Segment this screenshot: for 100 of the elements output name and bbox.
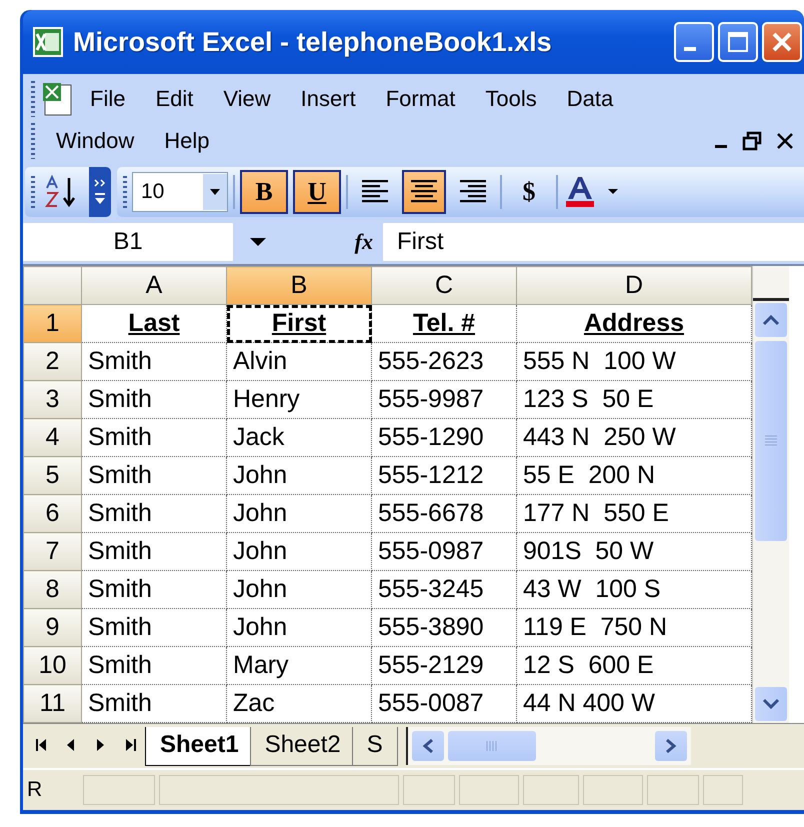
table-cell: Smith	[82, 456, 226, 494]
bold-button[interactable]: B	[240, 170, 288, 214]
table-cell: 555-2129	[372, 646, 516, 684]
menu-item[interactable]: Data	[552, 86, 628, 112]
table-cell: 555-2623	[372, 342, 516, 380]
row-header[interactable]: 9	[24, 608, 82, 646]
table-cell: Smith	[82, 418, 226, 456]
table-cell: Smith	[82, 342, 226, 380]
maximize-button[interactable]	[718, 22, 758, 62]
table-cell: Smith	[82, 608, 226, 646]
caret-up-icon	[762, 314, 780, 326]
menu-item[interactable]: Format	[370, 86, 470, 112]
row-header[interactable]: 3	[24, 380, 82, 418]
dropdown-icon	[209, 188, 221, 196]
menu-item[interactable]: View	[208, 86, 286, 112]
table-cell: First	[226, 304, 372, 342]
status-pane	[583, 775, 643, 805]
dropdown-icon[interactable]	[249, 237, 267, 247]
column-header[interactable]: B	[226, 266, 372, 304]
row-header[interactable]: 2	[24, 342, 82, 380]
table-cell: Tel. #	[372, 304, 516, 342]
vertical-scrollbar[interactable]	[752, 266, 789, 723]
name-box[interactable]: B1	[23, 223, 233, 261]
table-cell: Jack	[226, 418, 372, 456]
table-cell: Smith	[82, 532, 226, 570]
previous-arrow-icon	[65, 736, 77, 752]
scroll-thumb[interactable]	[755, 341, 787, 541]
last-arrow-icon	[125, 736, 137, 752]
row-header[interactable]: 1	[24, 304, 82, 342]
table-cell: 555-6678	[372, 494, 516, 532]
horizontal-scrollbar[interactable]	[406, 727, 691, 765]
menu-item[interactable]: Tools	[470, 86, 552, 112]
column-header[interactable]: D	[516, 266, 752, 304]
row-header[interactable]: 7	[24, 532, 82, 570]
row-header[interactable]: 10	[24, 646, 82, 684]
scroll-up-button[interactable]	[755, 303, 787, 337]
table-cell: Henry	[226, 380, 372, 418]
menu-item[interactable]: Help	[149, 128, 224, 154]
close-icon[interactable]	[776, 132, 794, 150]
toolbar-grip[interactable]	[31, 81, 35, 117]
row-header[interactable]: 6	[24, 494, 82, 532]
row-header[interactable]: 4	[24, 418, 82, 456]
toolbar-grip[interactable]	[123, 176, 127, 208]
grip-icon	[764, 434, 778, 448]
maximize-icon	[726, 30, 750, 54]
formula-field[interactable]: First	[383, 223, 804, 261]
column-header[interactable]: C	[372, 266, 516, 304]
table-cell: John	[226, 570, 372, 608]
window-title: Microsoft Excel - telephoneBook1.xls	[73, 26, 553, 58]
scroll-down-button[interactable]	[755, 687, 787, 721]
status-pane	[403, 775, 455, 805]
table-cell: 555-9987	[372, 380, 516, 418]
font-size-field[interactable]: 10	[132, 172, 228, 212]
table-cell: John	[226, 608, 372, 646]
first-arrow-icon	[35, 736, 47, 752]
scroll-right-button[interactable]	[654, 731, 687, 761]
excel-icon	[33, 27, 63, 57]
status-pane	[703, 775, 743, 805]
align-center-button[interactable]	[402, 170, 446, 214]
menu-item[interactable]: Edit	[140, 86, 208, 112]
table-cell: Smith	[82, 380, 226, 418]
status-text: R	[27, 778, 44, 802]
row-header[interactable]: 5	[24, 456, 82, 494]
table-cell: Smith	[82, 570, 226, 608]
minimize-button[interactable]	[674, 22, 714, 62]
row-header[interactable]: 8	[24, 570, 82, 608]
menu-item[interactable]: Window	[41, 128, 150, 154]
table-cell: John	[226, 456, 372, 494]
status-pane	[647, 775, 699, 805]
restore-icon[interactable]	[742, 131, 762, 151]
toolbar-grip[interactable]	[31, 123, 35, 159]
table-cell: Smith	[82, 494, 226, 532]
close-icon	[770, 30, 794, 54]
table-cell: Mary	[226, 646, 372, 684]
scroll-left-button[interactable]	[412, 731, 444, 761]
table-cell: 555-3245	[372, 570, 516, 608]
toolbar-grip[interactable]	[31, 176, 35, 208]
column-header[interactable]: A	[82, 266, 226, 304]
table-cell: 555-1212	[372, 456, 516, 494]
close-button[interactable]	[762, 22, 802, 62]
menu-item[interactable]: Insert	[286, 86, 371, 112]
insert-function-button[interactable]: fx	[354, 229, 373, 255]
table-cell: John	[226, 532, 372, 570]
caret-down-icon	[762, 698, 780, 710]
caret-left-icon	[422, 738, 434, 754]
status-pane	[523, 775, 579, 805]
grip-icon	[484, 740, 499, 752]
status-pane	[459, 775, 519, 805]
table-cell: Smith	[82, 646, 226, 684]
sheet-tab[interactable]: S	[352, 726, 398, 766]
currency-button[interactable]: $	[507, 170, 551, 214]
scroll-thumb[interactable]	[448, 731, 536, 761]
caret-right-icon	[664, 738, 677, 754]
underline-button[interactable]: U	[293, 170, 341, 214]
toolbar-options-button[interactable]	[89, 167, 111, 217]
menu-item[interactable]: File	[75, 86, 140, 112]
table-cell: 555-3890	[372, 608, 516, 646]
table-cell: John	[226, 494, 372, 532]
table-cell: 555-1290	[372, 418, 516, 456]
row-header[interactable]: 11	[24, 684, 82, 722]
